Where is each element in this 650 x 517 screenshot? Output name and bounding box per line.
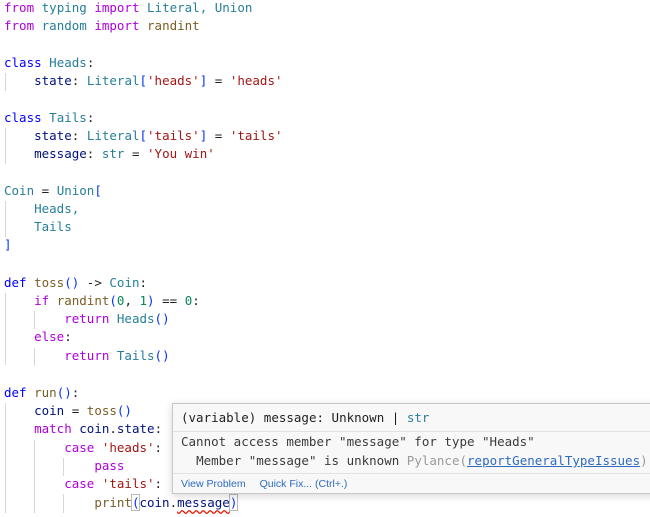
hover-tooltip: (variable) message: Unknown | str Cannot… xyxy=(172,403,650,494)
code-line: message: str = 'You win' xyxy=(34,146,215,161)
code-line: match coin.state: xyxy=(34,421,163,436)
code-line: case 'tails': xyxy=(64,476,163,491)
code-line: from random import randint xyxy=(4,18,200,33)
rule-link[interactable]: reportGeneralTypeIssues xyxy=(467,453,640,468)
error-squiggle[interactable]: message xyxy=(177,495,230,510)
hover-error-detail: Member "message" is unknown Pylance(repo… xyxy=(196,453,648,468)
code-line: def run(): xyxy=(4,385,80,400)
hover-error-message: Cannot access member "message" for type … xyxy=(181,434,535,449)
code-line: Tails xyxy=(34,219,72,234)
hover-divider xyxy=(173,431,650,432)
code-line: Coin = Union[ xyxy=(4,183,102,198)
code-line: state: Literal['heads'] = 'heads' xyxy=(34,73,283,88)
code-line: case 'heads': xyxy=(64,440,163,455)
code-line: def toss() -> Coin: xyxy=(4,275,148,290)
code-line: Heads, xyxy=(34,201,80,216)
code-line: return Tails() xyxy=(64,348,170,363)
code-line: pass xyxy=(94,458,125,473)
code-line: else: xyxy=(34,329,72,344)
code-line: class Heads: xyxy=(4,55,95,70)
code-line: from typing import Literal, Union xyxy=(4,0,253,15)
code-line: coin = toss() xyxy=(34,403,132,418)
view-problem-button[interactable]: View Problem xyxy=(181,478,246,490)
code-line: if randint(0, 1) == 0: xyxy=(34,293,200,308)
code-line: class Tails: xyxy=(4,110,95,125)
code-line-error: print(coin.message) xyxy=(94,494,239,511)
code-line: ] xyxy=(4,237,12,252)
quick-fix-button[interactable]: Quick Fix... (Ctrl+.) xyxy=(260,478,348,490)
hover-actions: View Problem Quick Fix... (Ctrl+.) xyxy=(173,474,650,494)
code-line: state: Literal['tails'] = 'tails' xyxy=(34,128,283,143)
hover-signature: (variable) message: Unknown | str xyxy=(181,410,430,425)
code-line: return Heads() xyxy=(64,311,170,326)
